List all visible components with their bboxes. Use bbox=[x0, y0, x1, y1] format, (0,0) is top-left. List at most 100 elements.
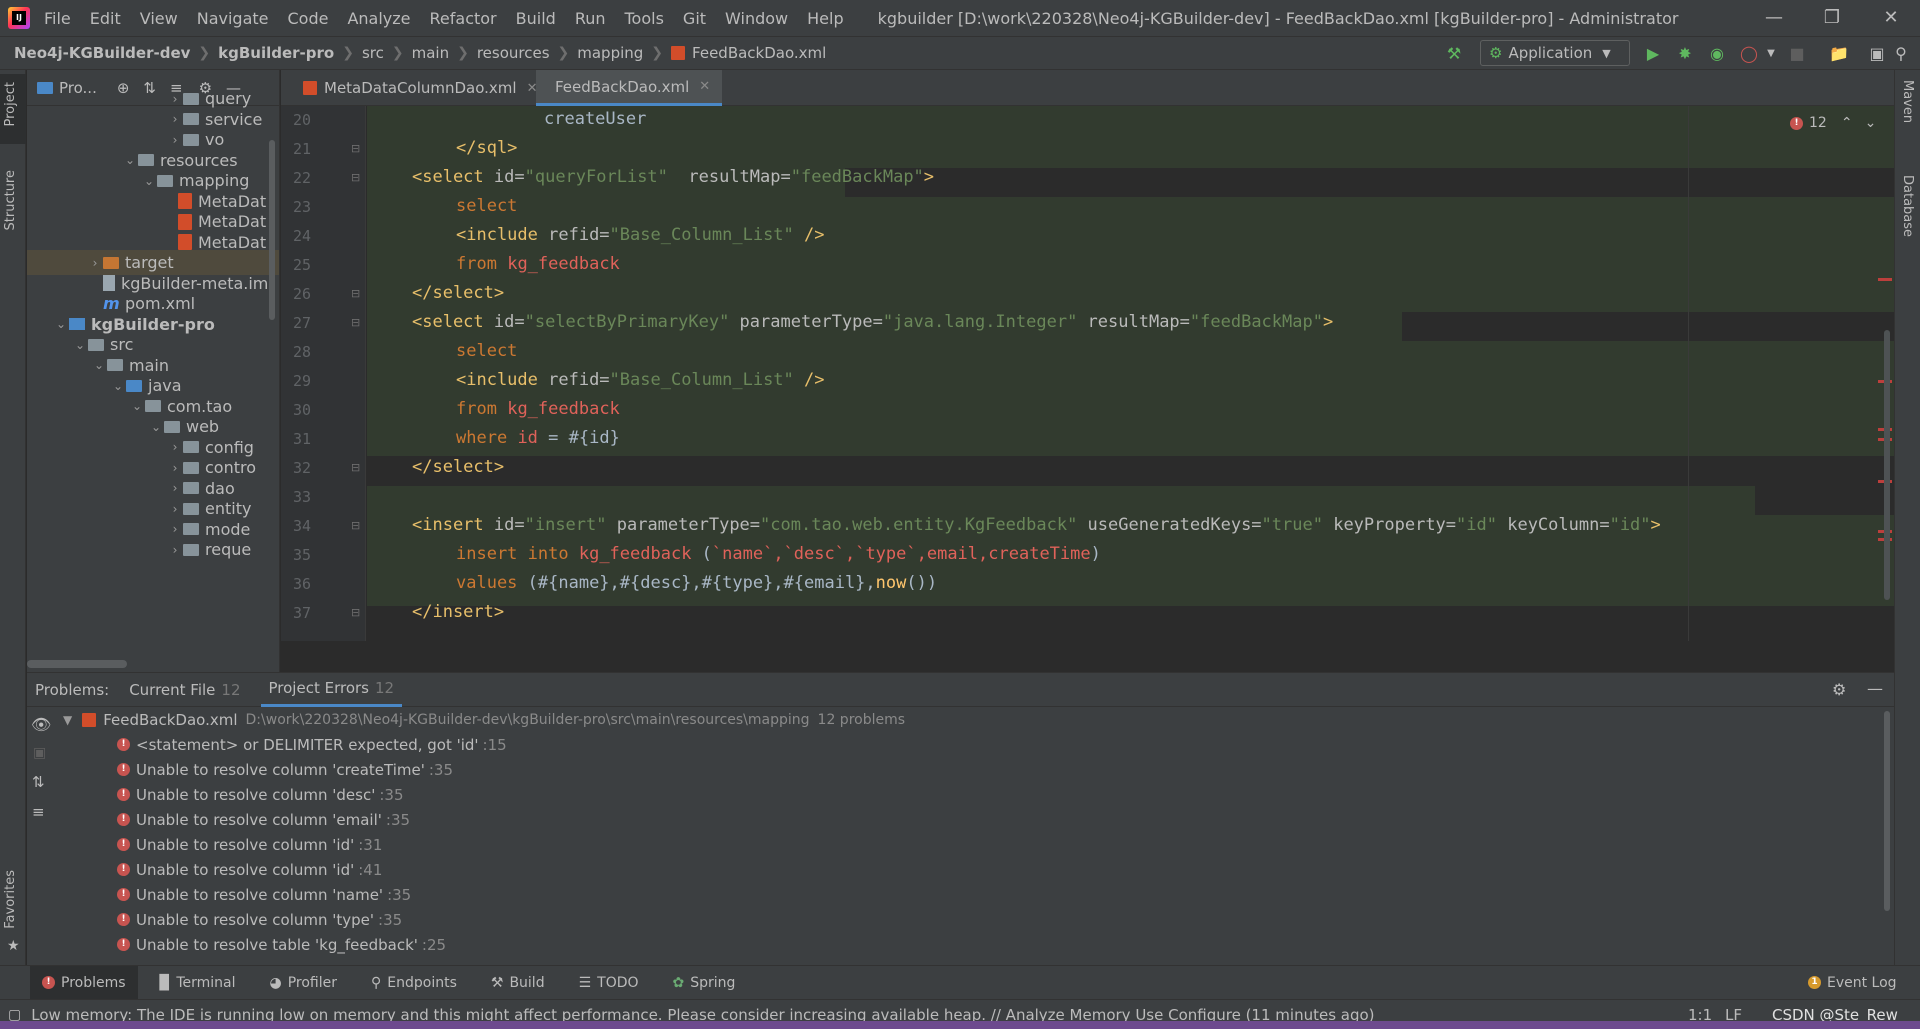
menu-build[interactable]: Build bbox=[516, 9, 556, 28]
menu-view[interactable]: View bbox=[140, 9, 178, 28]
error-stripe-mark[interactable] bbox=[1878, 278, 1892, 281]
tab-feedbackdao[interactable]: FeedBackDao.xml ✕ bbox=[536, 70, 722, 106]
maven-tool-tab[interactable]: Maven bbox=[1900, 80, 1915, 123]
expand-all-icon[interactable]: ⇅ bbox=[143, 79, 156, 97]
breadcrumb-project[interactable]: Neo4j-KGBuilder-dev bbox=[14, 44, 190, 62]
chevron-right-icon[interactable]: › bbox=[167, 543, 183, 557]
menu-code[interactable]: Code bbox=[288, 9, 329, 28]
fold-marker-icon[interactable]: ⊟ bbox=[351, 316, 360, 329]
chevron-down-icon[interactable]: ⌄ bbox=[72, 338, 88, 352]
project-structure-icon[interactable]: 📁 bbox=[1828, 42, 1850, 64]
debug-icon[interactable]: ✸ bbox=[1674, 42, 1696, 64]
chevron-right-icon[interactable]: › bbox=[167, 502, 183, 516]
tool-event-log[interactable]: 1 Event Log bbox=[1796, 966, 1909, 1000]
problems-file-node[interactable]: ▼ FeedBackDao.xml D:\work\220328\Neo4j-K… bbox=[63, 707, 905, 732]
chevron-down-icon[interactable]: ⌄ bbox=[122, 153, 138, 167]
menu-run[interactable]: Run bbox=[575, 9, 606, 28]
build-hammer-icon[interactable]: ⚒ bbox=[1443, 42, 1465, 64]
close-tab-icon[interactable]: ✕ bbox=[699, 79, 710, 94]
fold-marker-icon[interactable]: ⊟ bbox=[351, 142, 360, 155]
breadcrumb-resources[interactable]: resources bbox=[477, 44, 550, 62]
breadcrumb-main[interactable]: main bbox=[412, 44, 449, 62]
chevron-down-icon[interactable]: ▼ bbox=[63, 713, 72, 727]
tree-item-reque[interactable]: › reque bbox=[167, 537, 252, 562]
menu-help[interactable]: Help bbox=[807, 9, 843, 28]
breadcrumb-mapping[interactable]: mapping bbox=[577, 44, 643, 62]
search-everywhere-icon[interactable]: ⚲ bbox=[1890, 42, 1912, 64]
stop-icon[interactable]: ■ bbox=[1786, 42, 1808, 64]
hide-panel-icon[interactable]: — bbox=[1867, 679, 1883, 698]
previous-error-icon[interactable]: ⌃ bbox=[1841, 115, 1853, 131]
problem-item[interactable]: ! Unable to resolve column 'id':31 bbox=[117, 832, 382, 857]
stop-icon[interactable]: ▣ bbox=[33, 745, 46, 761]
menu-window[interactable]: Window bbox=[725, 9, 788, 28]
menu-edit[interactable]: Edit bbox=[90, 9, 121, 28]
restore-icon[interactable]: ❐ bbox=[1803, 0, 1861, 36]
fold-marker-icon[interactable]: ⊟ bbox=[351, 606, 360, 619]
problems-scrollbar[interactable] bbox=[1884, 711, 1890, 911]
next-error-icon[interactable]: ⌄ bbox=[1865, 115, 1877, 131]
problem-item[interactable]: ! Unable to resolve column 'id':41 bbox=[117, 857, 382, 882]
tool-spring[interactable]: ✿ Spring bbox=[661, 966, 748, 1000]
chevron-down-icon[interactable]: ⌄ bbox=[129, 399, 145, 413]
locate-file-icon[interactable]: ⊕ bbox=[117, 79, 130, 97]
editor-scrollbar[interactable] bbox=[1884, 330, 1890, 600]
error-counter[interactable]: ! 12 ⌃ ⌄ bbox=[1790, 112, 1876, 134]
minimize-icon[interactable]: — bbox=[1745, 0, 1803, 36]
problem-item[interactable]: ! Unable to resolve column 'name':35 bbox=[117, 882, 411, 907]
chevron-down-icon[interactable]: ⌄ bbox=[141, 174, 157, 188]
run-configuration-select[interactable]: ⚙ Application ▼ bbox=[1480, 40, 1630, 66]
chevron-right-icon[interactable]: › bbox=[167, 112, 183, 126]
tab-project-errors[interactable]: Project Errors 12 bbox=[260, 673, 403, 707]
close-window-icon[interactable]: ✕ bbox=[1862, 0, 1920, 36]
chevron-right-icon[interactable]: › bbox=[87, 256, 103, 270]
settings-gear-icon[interactable]: ⚙ bbox=[1832, 680, 1846, 699]
tool-endpoints[interactable]: ⚲ Endpoints bbox=[359, 966, 469, 1000]
fold-marker-icon[interactable]: ⊟ bbox=[351, 287, 360, 300]
fold-marker-icon[interactable]: ⊟ bbox=[351, 171, 360, 184]
menu-analyze[interactable]: Analyze bbox=[347, 9, 410, 28]
breadcrumb-file[interactable]: FeedBackDao.xml bbox=[692, 44, 826, 62]
chevron-right-icon[interactable]: › bbox=[167, 481, 183, 495]
chevron-down-icon[interactable]: ⌄ bbox=[110, 379, 126, 393]
chevron-right-icon[interactable]: › bbox=[167, 440, 183, 454]
chevron-right-icon[interactable]: › bbox=[167, 92, 183, 106]
tab-current-file[interactable]: Current File 12 bbox=[129, 673, 240, 707]
menu-file[interactable]: File bbox=[44, 9, 71, 28]
eye-icon[interactable]: 👁 bbox=[31, 715, 51, 734]
structure-tool-tab[interactable]: Structure bbox=[3, 170, 18, 230]
tool-problems[interactable]: ! Problems bbox=[30, 965, 138, 1000]
horizontal-scrollbar[interactable] bbox=[27, 660, 127, 668]
problem-item[interactable]: ! Unable to resolve column 'createTime':3… bbox=[117, 757, 453, 782]
project-view-select[interactable]: Pro... bbox=[59, 79, 97, 97]
problem-item[interactable]: ! Unable to resolve column 'email':35 bbox=[117, 807, 410, 832]
expand-all-icon[interactable]: ⇅ bbox=[32, 773, 45, 791]
fold-marker-icon[interactable]: ⊟ bbox=[351, 461, 360, 474]
collapse-all-icon[interactable]: ≡ bbox=[32, 803, 45, 821]
tool-profiler[interactable]: ◕ Profiler bbox=[257, 966, 349, 1000]
breadcrumb-module[interactable]: kgBuilder-pro bbox=[218, 44, 334, 62]
breadcrumb-src[interactable]: src bbox=[362, 44, 384, 62]
database-tool-tab[interactable]: Database bbox=[1900, 175, 1915, 237]
coverage-icon[interactable]: ◉ bbox=[1706, 42, 1728, 64]
menu-tools[interactable]: Tools bbox=[625, 9, 664, 28]
vertical-scrollbar[interactable] bbox=[269, 140, 275, 320]
problem-item[interactable]: ! <statement> or DELIMITER expected, got … bbox=[117, 732, 507, 757]
chevron-right-icon[interactable]: › bbox=[167, 522, 183, 536]
menu-navigate[interactable]: Navigate bbox=[197, 9, 269, 28]
favorites-tool-tab[interactable]: Favorites bbox=[3, 870, 18, 929]
chevron-down-icon[interactable]: ⌄ bbox=[91, 358, 107, 372]
tool-todo[interactable]: ☰ TODO bbox=[567, 966, 651, 1000]
problem-item[interactable]: ! Unable to resolve table 'kg_feedback':2… bbox=[117, 932, 446, 957]
project-tool-tab[interactable]: Project bbox=[3, 82, 18, 126]
code-editor[interactable]: createUser </sql> <select id="queryForLi… bbox=[367, 106, 1894, 641]
tab-metadatacolumndao[interactable]: MetaDataColumnDao.xml ✕ bbox=[291, 70, 550, 106]
chevron-right-icon[interactable]: › bbox=[167, 461, 183, 475]
problem-item[interactable]: ! Unable to resolve column 'type':35 bbox=[117, 907, 402, 932]
problem-item[interactable]: ! Unable to resolve column 'desc':35 bbox=[117, 782, 403, 807]
more-run-options-icon[interactable]: ▼ bbox=[1760, 42, 1782, 64]
fold-marker-icon[interactable]: ⊟ bbox=[351, 519, 360, 532]
menu-refactor[interactable]: Refactor bbox=[430, 9, 497, 28]
toolbox-icon[interactable]: ▣ bbox=[1866, 42, 1888, 64]
run-icon[interactable]: ▶ bbox=[1642, 42, 1664, 64]
